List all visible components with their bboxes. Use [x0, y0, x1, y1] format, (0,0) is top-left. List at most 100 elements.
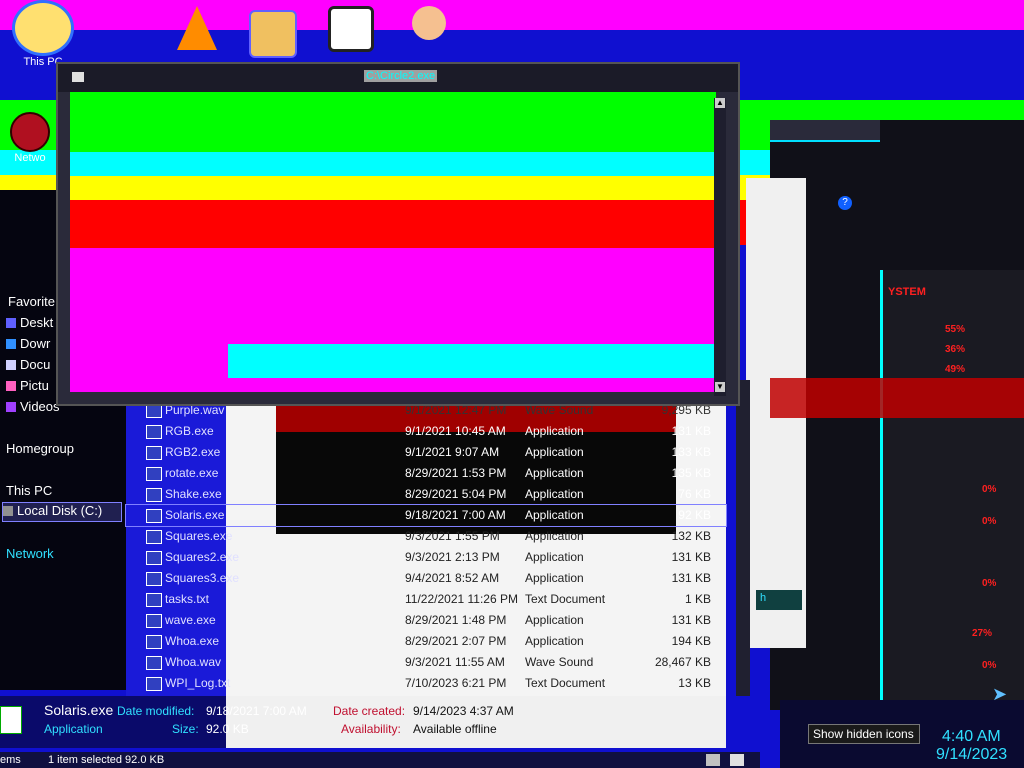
file-name: Solaris.exe — [165, 508, 225, 522]
nav-label: Videos — [20, 399, 60, 414]
help-icon[interactable]: ? — [838, 196, 852, 210]
file-type: Application — [525, 487, 584, 501]
file-size: 76 KB — [678, 487, 711, 501]
file-name: Squares.exe — [165, 529, 233, 543]
file-type: Wave Sound — [525, 655, 594, 669]
app-l-icon — [328, 6, 374, 52]
text-file-icon — [146, 593, 162, 607]
file-type: Application — [525, 634, 584, 648]
desktop-icon-this-pc[interactable]: This PC — [8, 0, 78, 68]
file-date: 8/29/2021 2:07 PM — [405, 634, 507, 648]
nav-label: Local Disk (C:) — [17, 503, 103, 518]
clock-date[interactable]: 9/14/2023 — [936, 746, 1007, 764]
status-bar: ems 1 item selected 92.0 KB — [0, 752, 760, 768]
file-size: 131 KB — [671, 571, 711, 585]
file-row[interactable]: Squares3.exe 9/4/2021 8:52 AM Application 1… — [126, 568, 726, 589]
file-type: Text Document — [525, 676, 606, 690]
availability-value: Available offline — [413, 722, 497, 736]
application-icon — [146, 614, 162, 628]
search-button-fragment[interactable]: h — [756, 590, 802, 610]
sci-fi-frame — [770, 120, 880, 142]
file-name: Shake.exe — [165, 487, 222, 501]
file-name: Squares3.exe — [165, 571, 240, 585]
file-date: 8/29/2021 1:53 PM — [405, 466, 507, 480]
file-row[interactable]: Solaris.exe 9/18/2021 7:00 AM Application 9… — [125, 504, 727, 527]
file-row[interactable]: Whoa.exe 8/29/2021 2:07 PM Application 194 … — [126, 631, 726, 652]
file-size: 135 KB — [671, 466, 711, 480]
details-file-name: Solaris.exe — [44, 702, 114, 718]
nav-downloads[interactable]: Dowr — [6, 336, 50, 351]
text-file-icon — [146, 677, 162, 691]
file-name: WPI_Log.txt — [165, 676, 231, 690]
clock-time[interactable]: 4:40 AM — [942, 728, 1001, 746]
file-row[interactable]: Squares2.exe 9/3/2021 2:13 PM Application 1… — [126, 547, 726, 568]
desktop-icon-app-l[interactable] — [316, 6, 386, 52]
file-row[interactable]: rotate.exe 8/29/2021 1:53 PM Application 13… — [126, 463, 726, 484]
sys-percent-7: 27% — [972, 628, 993, 639]
desktop-icon-network[interactable]: Netwo — [0, 112, 60, 164]
file-date: 9/4/2021 8:52 AM — [405, 571, 500, 585]
nav-local-disk[interactable]: Local Disk (C:) — [2, 502, 122, 522]
nav-favorites[interactable]: Favorite — [8, 294, 55, 309]
red-glitch-band — [770, 378, 1024, 418]
file-row[interactable]: Squares.exe 9/3/2021 1:55 PM Application 13… — [126, 526, 726, 547]
file-name: Squares2.exe — [165, 550, 240, 564]
file-type: Application — [525, 424, 584, 438]
xd-app-icon — [249, 10, 297, 58]
file-date: 8/29/2021 1:48 PM — [405, 613, 507, 627]
show-hidden-icons-tooltip: Show hidden icons — [808, 724, 920, 744]
file-size: 194 KB — [671, 634, 711, 648]
application-icon — [146, 467, 162, 481]
file-size: 92 KB — [678, 508, 711, 522]
circle-window-titlebar[interactable]: C:\Circle2.exe — [58, 64, 738, 92]
desktop-icon-label: Netwo — [14, 152, 46, 164]
desktop-icon-xd[interactable] — [238, 10, 308, 58]
nav-documents[interactable]: Docu — [6, 357, 50, 372]
file-size: 13 KB — [678, 676, 711, 690]
file-row[interactable]: RGB.exe 9/1/2021 10:45 AM Application 131 K… — [126, 421, 726, 442]
nav-pictures[interactable]: Pictu — [6, 378, 49, 393]
large-icons-view-icon[interactable] — [730, 754, 744, 766]
status-selection: 1 item selected 92.0 KB — [48, 754, 165, 766]
sys-percent-2: 36% — [945, 344, 966, 355]
file-list-scrollbar[interactable] — [736, 380, 750, 696]
sys-percent-3: 49% — [945, 364, 966, 375]
date-modified-label: Date modified: — [117, 704, 195, 718]
date-modified-value: 9/18/2021 7:00 AM — [206, 704, 307, 718]
cartoon-face-icon — [12, 0, 74, 56]
network-orb-icon — [10, 112, 50, 152]
nav-videos[interactable]: Videos — [6, 399, 60, 414]
canvas-band-yellow — [70, 176, 716, 200]
size-value: 92.0 KB — [206, 722, 249, 736]
nav-homegroup[interactable]: Homegroup — [6, 441, 74, 456]
file-row[interactable]: WPI_Log.txt 7/10/2023 6:21 PM Text Documen… — [126, 673, 726, 694]
file-type: Application — [525, 466, 584, 480]
file-row[interactable]: tasks.txt 11/22/2021 11:26 PM Text Documen… — [126, 589, 726, 610]
nav-network[interactable]: Network — [6, 546, 54, 561]
file-row[interactable]: wave.exe 8/29/2021 1:48 PM Application 131 … — [126, 610, 726, 631]
nav-this-pc[interactable]: This PC — [6, 483, 52, 498]
window-system-icon[interactable] — [72, 72, 84, 82]
desktop-icon-vlc[interactable] — [162, 6, 232, 50]
canvas-band-green — [70, 92, 716, 152]
application-icon — [146, 488, 162, 502]
circle-window-scrollbar[interactable]: ▲ ▼ — [714, 98, 726, 396]
details-view-icon[interactable] — [706, 754, 720, 766]
file-row[interactable]: Shake.exe 8/29/2021 5:04 PM Application 76 … — [126, 484, 726, 505]
scroll-up-icon[interactable]: ▲ — [715, 98, 725, 108]
desktop-icon — [6, 318, 16, 328]
file-date: 9/3/2021 2:13 PM — [405, 550, 500, 564]
sys-percent-8: 0% — [982, 660, 997, 671]
file-type: Application — [525, 445, 584, 459]
file-date: 9/3/2021 11:55 AM — [405, 655, 505, 669]
file-row[interactable]: Whoa.wav 9/3/2021 11:55 AM Wave Sound 28,46… — [126, 652, 726, 673]
download-icon — [6, 339, 16, 349]
nav-desktop[interactable]: Deskt — [6, 315, 53, 330]
scroll-down-icon[interactable]: ▼ — [715, 382, 725, 392]
file-row[interactable]: RGB2.exe 9/1/2021 9:07 AM Application 133 K… — [126, 442, 726, 463]
application-icon — [146, 446, 162, 460]
desktop-icon-doctor[interactable] — [394, 6, 464, 40]
tray-arrow-icon[interactable]: ➤ — [992, 684, 1018, 704]
audio-file-icon — [146, 656, 162, 670]
file-name: tasks.txt — [165, 592, 210, 606]
